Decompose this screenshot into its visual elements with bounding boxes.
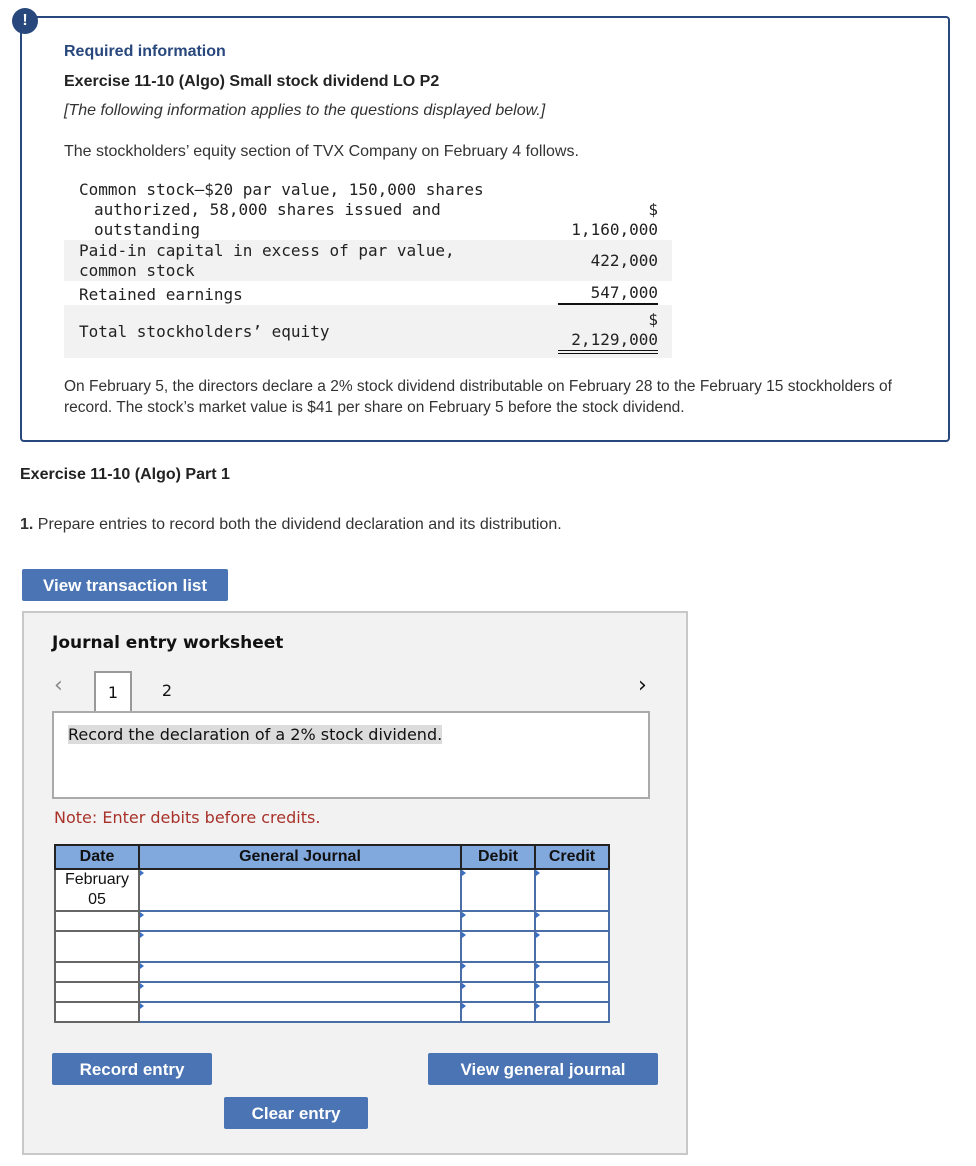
- credit-input[interactable]: [534, 1001, 610, 1023]
- part-title: Exercise 11-10 (Algo) Part 1: [20, 466, 230, 483]
- equity-label: Common stock—$20 par value, 150,000 shar…: [79, 180, 484, 199]
- equity-label: authorized, 58,000 shares issued and: [94, 200, 441, 219]
- date-cell[interactable]: [54, 1001, 140, 1023]
- record-entry-button[interactable]: Record entry: [52, 1053, 212, 1085]
- account-input[interactable]: [138, 930, 462, 963]
- table-row: [54, 961, 610, 983]
- equity-amount: 547,000: [558, 283, 658, 305]
- date-cell[interactable]: [54, 961, 140, 983]
- table-row: [54, 930, 610, 963]
- column-header-credit: Credit: [534, 844, 610, 870]
- journal-table: Date General Journal Debit Credit Februa…: [54, 844, 610, 1023]
- table-row: [54, 981, 610, 1003]
- account-input[interactable]: [138, 910, 462, 932]
- equity-row-total: Total stockholders’ equity $ 2,129,000: [64, 305, 672, 358]
- debit-input[interactable]: [460, 930, 536, 963]
- required-information-heading: Required information: [64, 43, 226, 60]
- debit-input[interactable]: [460, 961, 536, 983]
- tab-entry-2[interactable]: 2: [148, 671, 186, 711]
- chevron-right-icon[interactable]: ›: [638, 673, 647, 698]
- equity-amount: 1,160,000: [571, 220, 658, 239]
- tab-entry-1[interactable]: 1: [94, 671, 132, 711]
- equity-amount: 422,000: [590, 250, 658, 270]
- equity-label: Retained earnings: [79, 285, 243, 304]
- date-cell[interactable]: [54, 930, 140, 963]
- intro-text: The stockholders’ equity section of TVX …: [64, 143, 579, 160]
- date-cell[interactable]: [54, 981, 140, 1003]
- currency-symbol: $: [648, 309, 658, 329]
- credit-input[interactable]: [534, 930, 610, 963]
- table-row: [54, 910, 610, 932]
- clear-entry-button[interactable]: Clear entry: [224, 1097, 368, 1129]
- view-transaction-list-button[interactable]: View transaction list: [22, 569, 228, 601]
- equity-row-paid-in-capital: Paid-in capital in excess of par value, …: [64, 240, 672, 281]
- dividend-description: On February 5, the directors declare a 2…: [64, 378, 892, 416]
- debit-input[interactable]: [460, 910, 536, 932]
- equity-label: Total stockholders’ equity: [79, 321, 330, 341]
- equity-label: outstanding: [94, 220, 200, 239]
- credit-input[interactable]: [534, 910, 610, 932]
- question-number: 1.: [20, 516, 34, 533]
- equity-row-common-stock: Common stock—$20 par value, 150,000 shar…: [64, 180, 672, 240]
- journal-header-row: Date General Journal Debit Credit: [54, 844, 610, 870]
- debits-note: Note: Enter debits before credits.: [54, 808, 321, 827]
- exercise-title: Exercise 11-10 (Algo) Small stock divide…: [64, 73, 440, 90]
- equity-amount: 2,129,000: [571, 329, 658, 349]
- equity-label: common stock: [79, 260, 195, 280]
- question-body: Prepare entries to record both the divid…: [33, 516, 562, 533]
- column-header-date: Date: [54, 844, 140, 870]
- date-cell[interactable]: [54, 910, 140, 932]
- debit-input[interactable]: [460, 981, 536, 1003]
- equity-row-retained-earnings: Retained earnings 547,000: [64, 281, 672, 305]
- credit-input[interactable]: [534, 981, 610, 1003]
- alert-icon: !: [12, 8, 38, 34]
- column-header-general-journal: General Journal: [138, 844, 462, 870]
- account-input[interactable]: [138, 961, 462, 983]
- credit-input[interactable]: [534, 961, 610, 983]
- applies-note: [The following information applies to th…: [64, 102, 546, 119]
- table-row: February 05: [54, 868, 610, 912]
- account-input[interactable]: [138, 1001, 462, 1023]
- table-row: [54, 1001, 610, 1023]
- chevron-left-icon[interactable]: ‹: [54, 673, 63, 698]
- debit-input[interactable]: [460, 1001, 536, 1023]
- date-month: February: [64, 871, 130, 888]
- worksheet-title: Journal entry worksheet: [52, 633, 284, 653]
- entry-description: Record the declaration of a 2% stock div…: [68, 725, 443, 744]
- credit-input[interactable]: [534, 868, 610, 912]
- view-general-journal-button[interactable]: View general journal: [428, 1053, 658, 1085]
- column-header-debit: Debit: [460, 844, 536, 870]
- currency-symbol: $: [648, 200, 658, 219]
- date-cell[interactable]: February 05: [54, 868, 140, 912]
- account-input[interactable]: [138, 868, 462, 912]
- entry-description-box: Record the declaration of a 2% stock div…: [52, 711, 650, 799]
- equity-label: Paid-in capital in excess of par value,: [79, 240, 455, 260]
- equity-statement: Common stock—$20 par value, 150,000 shar…: [64, 180, 672, 358]
- debit-input[interactable]: [460, 868, 536, 912]
- date-day: 05: [88, 891, 106, 908]
- question-text: 1. Prepare entries to record both the di…: [20, 516, 562, 534]
- account-input[interactable]: [138, 981, 462, 1003]
